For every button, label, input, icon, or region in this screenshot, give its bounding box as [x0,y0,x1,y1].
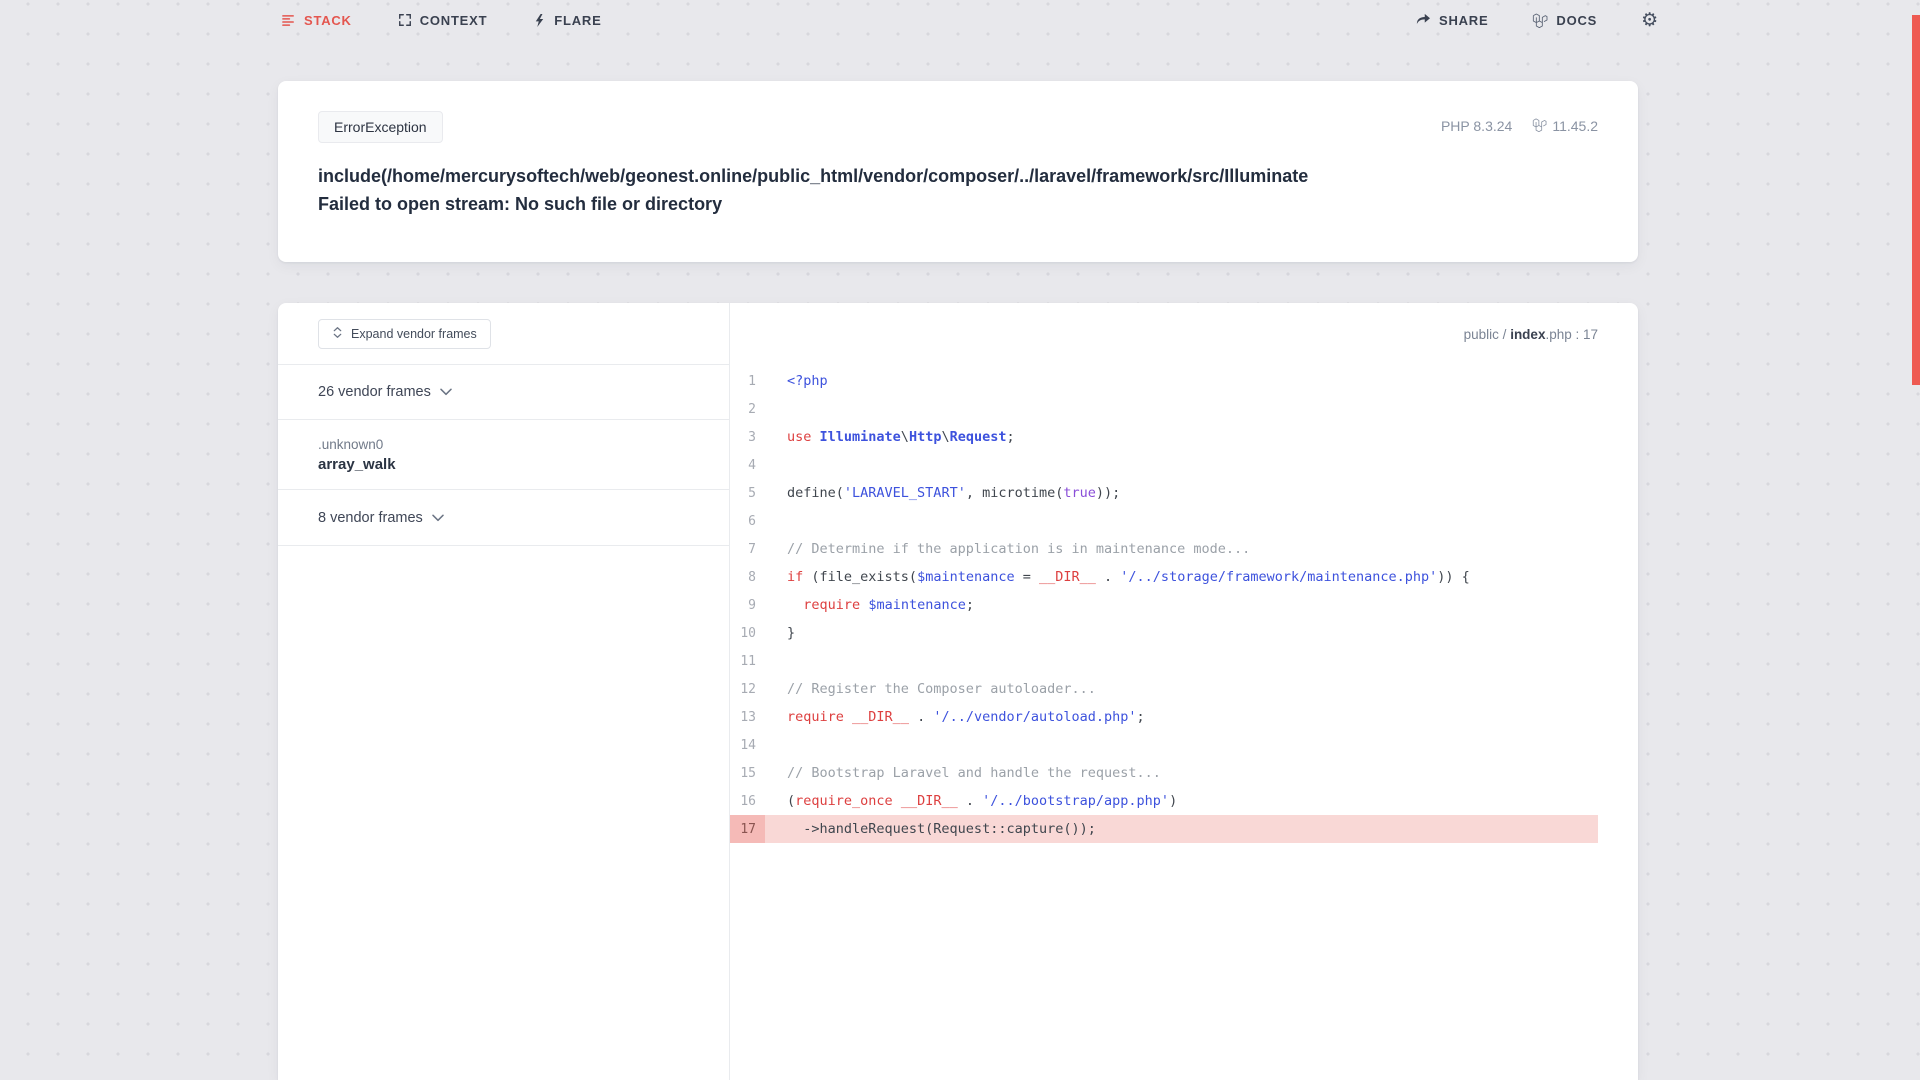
environment-meta: PHP 8.3.24 11.45.2 [1441,117,1598,135]
line-number: 2 [748,401,756,417]
code-line: 10} [730,619,1598,647]
file-path-header: public / index.php : 17 [1464,327,1598,342]
error-card: ErrorException PHP 8.3.24 11.45.2 includ… [278,81,1638,262]
error-message: include(/home/mercurysoftech/web/geonest… [318,162,1610,218]
line-number: 15 [740,765,756,781]
gear-icon[interactable]: ⚙︎ [1641,11,1658,30]
line-number: 17 [730,815,765,843]
code-text: (require_once __DIR__ . '/../bootstrap/a… [787,793,1178,809]
vendor-frames-group-label: 26 vendor frames [318,384,431,400]
tab-context-label: CONTEXT [419,12,488,28]
code-line: 5 define('LARAVEL_START', microtime(true)… [730,479,1598,507]
unfold-vertical-icon [332,326,343,342]
code-text: // Determine if the application is in ma… [787,541,1251,557]
vendor-frames-group-label: 8 vendor frames [318,509,423,526]
corner-brackets-icon [398,13,412,27]
code-text: use Illuminate\Http\Request; [787,429,1015,445]
tab-stack[interactable]: STACK [281,13,352,28]
expand-row: Expand vendor frames [278,303,729,365]
tab-flare-label: FLARE [554,12,602,28]
code-line: 15 // Bootstrap Laravel and handle the re… [730,759,1598,787]
code-line: 8 if (file_exists($maintenance = __DIR__ … [730,563,1598,591]
stack-frame-array-walk[interactable]: .unknown0 array_walk [278,420,729,490]
error-message-line2: Failed to open stream: No such file or d… [318,194,723,214]
file-path-prefix: public / [1463,327,1511,342]
code-text: // Bootstrap Laravel and handle the requ… [787,765,1161,781]
frames-sidebar: Expand vendor frames 26 vendor frames .u… [278,303,730,1080]
chevron-down-icon [440,384,452,400]
line-number: 11 [740,653,756,669]
line-number: 10 [740,625,756,641]
laravel-logo-icon [1532,12,1548,28]
line-number: 16 [740,793,756,809]
share-button[interactable]: SHARE [1415,13,1488,28]
code-text: if (file_exists($maintenance = __DIR__ .… [787,569,1470,585]
line-number: 4 [748,457,756,473]
code-line: 1 <?php [730,367,1598,395]
vendor-frames-group-bottom[interactable]: 8 vendor frames [278,490,729,546]
line-number: 13 [740,709,756,725]
tab-context[interactable]: CONTEXT [398,13,488,28]
code-line: 16 (require_once __DIR__ . '/../bootstrap… [730,787,1598,815]
frame-file-label: .unknown0 [318,436,384,452]
code-line: 7 // Determine if the application is in m… [730,535,1598,563]
tab-stack-label: STACK [304,12,352,28]
code-line: 6 [730,507,1598,535]
line-number: 14 [740,737,756,753]
vendor-frames-group-top[interactable]: 26 vendor frames [278,365,729,420]
code-line: 13 require __DIR__ . '/../vendor/autoload… [730,703,1598,731]
line-number: 5 [748,485,756,501]
file-path-suffix: .php : 17 [1545,327,1598,342]
line-number: 3 [748,429,756,445]
line-number: 8 [748,569,756,585]
laravel-version-number: 11.45.2 [1552,118,1598,134]
line-number: 1 [748,373,756,389]
code-text: // Register the Composer autoloader... [787,681,1096,697]
php-version: PHP 8.3.24 [1440,118,1513,134]
line-number: 12 [740,681,756,697]
line-number: 9 [748,597,756,613]
code-text: require $maintenance; [803,597,974,613]
tab-flare[interactable]: FLARE [533,13,601,28]
code-text: require __DIR__ . '/../vendor/autoload.p… [787,709,1145,725]
expand-vendor-frames-button[interactable]: Expand vendor frames [318,318,491,349]
file-name: index [1510,327,1546,342]
code-line: 14 [730,731,1598,759]
docs-label: DOCS [1556,12,1598,28]
code-area: 1 <?php 2 3 use Illuminate\Http\Request; 4 5 de… [730,367,1598,843]
code-text: define('LARAVEL_START', microtime(true))… [787,485,1121,501]
expand-vendor-frames-label: Expand vendor frames [351,326,477,341]
code-panel: public / index.php : 17 1 <?php 2 3 use Illu… [730,303,1638,1080]
code-line: 2 [730,395,1598,423]
exception-class-badge: ErrorException [318,111,443,143]
code-text: } [787,625,796,641]
code-line: 4 [730,451,1598,479]
line-number: 7 [748,541,756,557]
page-scrollbar-thumb[interactable] [1912,15,1920,385]
code-text: ->handleRequest(Request::capture()); [787,821,1096,837]
laravel-logo-icon [1532,117,1547,135]
stack-lines-icon [281,13,296,28]
code-line: 3 use Illuminate\Http\Request; [730,423,1598,451]
error-message-line1: include(/home/mercurysoftech/web/geonest… [318,166,1309,186]
flare-icon [533,13,546,28]
code-line: 11 [730,647,1598,675]
top-nav: STACK CONTEXT FLARE [281,0,602,40]
frame-method-label: array_walk [318,455,396,473]
code-line: 9 require $maintenance; [730,591,1598,619]
top-nav-actions: SHARE DOCS ⚙︎ [1415,0,1658,40]
code-line: 12 // Register the Composer autoloader... [730,675,1598,703]
share-label: SHARE [1439,12,1489,28]
chevron-down-icon [432,510,444,526]
share-arrow-icon [1415,13,1431,27]
docs-button[interactable]: DOCS [1532,12,1597,28]
code-text: <?php [787,373,828,389]
stack-trace-card: Expand vendor frames 26 vendor frames .u… [278,303,1638,1080]
line-number: 6 [748,513,756,529]
code-line-highlighted: 17 ->handleRequest(Request::capture()); [730,815,1598,843]
laravel-version: 11.45.2 [1532,117,1598,135]
